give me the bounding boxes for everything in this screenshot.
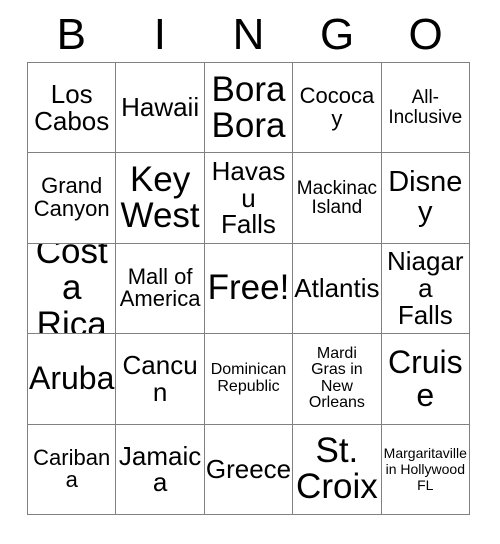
bingo-cell-o4[interactable]: Cruise <box>381 334 470 425</box>
bingo-cell-label: Key West <box>120 160 200 236</box>
bingo-cell-n2[interactable]: Havasu Falls <box>204 153 294 244</box>
bingo-cell-label: Jamaica <box>118 440 202 498</box>
bingo-cell-label: Hawaii <box>121 92 200 123</box>
bingo-cell-o5[interactable]: Margaritaville in Hollywood FL <box>381 424 470 515</box>
bingo-cell-i1[interactable]: Hawaii <box>116 63 205 154</box>
bingo-cell-o1[interactable]: All- Inclusive <box>381 63 470 154</box>
bingo-cell-label: Niagara Falls <box>387 246 464 330</box>
bingo-cell-label: Greece <box>205 453 292 484</box>
bingo-cell-label: Costa Rica <box>35 243 108 335</box>
bingo-cell-label: Cococay <box>299 83 375 131</box>
bingo-cell-b3[interactable]: Costa Rica <box>28 243 117 335</box>
bingo-cell-label: Cancun <box>122 350 198 407</box>
bingo-cell-label: Bora Bora <box>211 69 286 145</box>
bingo-cell-b2[interactable]: Grand Canyon <box>28 153 117 244</box>
bingo-cell-label: St. Croix <box>296 431 378 507</box>
bingo-cell-label: Disney <box>388 166 463 229</box>
bingo-cell-n1[interactable]: Bora Bora <box>204 63 294 154</box>
bingo-cell-label: Caribana <box>33 444 111 493</box>
bingo-cell-b1[interactable]: Los Cabos <box>28 63 117 154</box>
bingo-header-letter-g: G <box>319 10 355 59</box>
bingo-grid: Los Cabos Hawaii Bora Bora Cococay All- … <box>27 62 470 515</box>
bingo-cell-n4[interactable]: Dominican Republic <box>204 334 294 425</box>
bingo-cell-free-space[interactable]: Free! <box>204 243 294 335</box>
bingo-header-letter-n: N <box>232 10 265 59</box>
bingo-cell-label: Grand Canyon <box>33 173 110 222</box>
bingo-cell-b5[interactable]: Caribana <box>28 424 117 515</box>
bingo-cell-g4[interactable]: Mardi Gras in New Orleans <box>293 334 382 425</box>
bingo-cell-i4[interactable]: Cancun <box>116 334 205 425</box>
bingo-cell-label: Los Cabos <box>34 78 110 136</box>
bingo-cell-label: Atlantis <box>294 273 380 304</box>
bingo-header-letter-b: B <box>56 10 86 59</box>
bingo-card: B I N G O Los Cabos Hawaii Bora Bora Coc… <box>0 0 500 544</box>
bingo-cell-g1[interactable]: Cococay <box>293 63 382 154</box>
bingo-cell-g3[interactable]: Atlantis <box>293 243 382 335</box>
bingo-cell-i3[interactable]: Mall of America <box>116 243 205 335</box>
bingo-cell-i5[interactable]: Jamaica <box>116 424 205 515</box>
bingo-cell-o2[interactable]: Disney <box>381 153 470 244</box>
bingo-header-letter-o: O <box>408 10 443 59</box>
bingo-cell-label: Mackinac Island <box>296 177 378 219</box>
bingo-cell-g5[interactable]: St. Croix <box>293 424 382 515</box>
bingo-cell-label: All- Inclusive <box>388 87 463 128</box>
bingo-cell-b4[interactable]: Aruba <box>28 334 117 425</box>
bingo-cell-label: Havasu Falls <box>211 155 286 240</box>
bingo-cell-label: Mall of America <box>119 263 201 312</box>
bingo-cell-label: Mardi Gras in New Orleans <box>308 344 365 412</box>
bingo-cell-label: Margaritaville in Hollywood FL <box>383 445 467 494</box>
bingo-header-row: B I N G O <box>27 8 470 62</box>
bingo-cell-label: Dominican Republic <box>210 361 287 395</box>
bingo-cell-o3[interactable]: Niagara Falls <box>381 243 470 335</box>
bingo-cell-label: Free! <box>207 268 290 308</box>
bingo-cell-label: Cruise <box>387 343 463 413</box>
bingo-cell-n5[interactable]: Greece <box>204 424 294 515</box>
bingo-cell-i2[interactable]: Key West <box>116 153 205 244</box>
bingo-header-letter-i: I <box>153 10 166 59</box>
bingo-cell-label: Aruba <box>29 360 115 397</box>
bingo-cell-g2[interactable]: Mackinac Island <box>293 153 382 244</box>
